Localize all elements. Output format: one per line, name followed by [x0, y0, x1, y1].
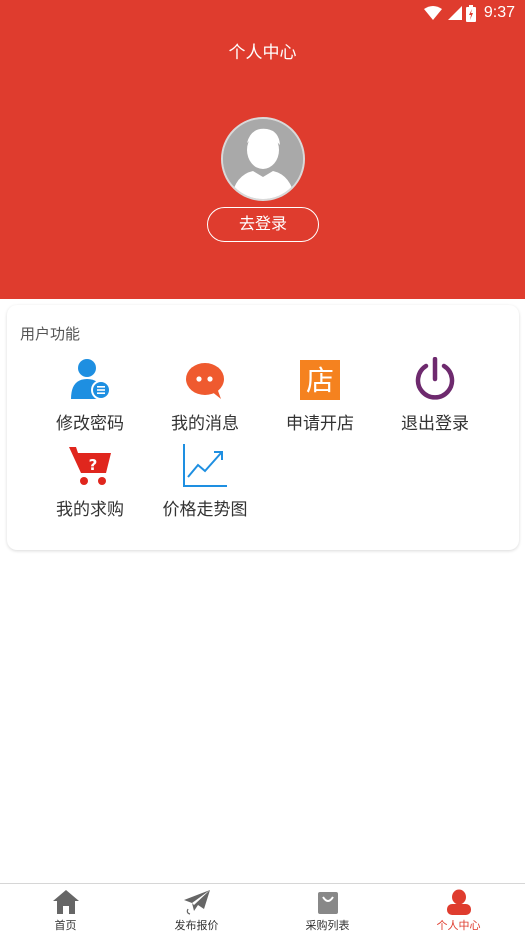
section-title: 用户功能 — [20, 325, 81, 343]
change-password-button[interactable]: 修改密码 — [35, 357, 145, 434]
battery-icon — [465, 4, 476, 22]
tab-label: 个人中心 — [436, 919, 481, 932]
person-icon — [446, 889, 471, 915]
tab-profile[interactable]: 个人中心 — [393, 889, 524, 933]
tab-label: 首页 — [54, 919, 77, 932]
function-label: 修改密码 — [56, 414, 124, 434]
logout-button[interactable]: 退出登录 — [380, 357, 490, 434]
function-label: 我的求购 — [56, 500, 124, 520]
user-functions-card: 用户功能 修改密码 我的消息 店 申请开店 退出登录 ? 我的求购 价格走势图 — [7, 305, 519, 550]
svg-text:?: ? — [89, 456, 98, 474]
cart-question-icon: ? — [69, 447, 111, 485]
tab-label: 采购列表 — [305, 919, 350, 932]
tab-label: 发布报价 — [174, 919, 219, 932]
default-avatar-icon — [223, 119, 303, 199]
tab-post-quote[interactable]: 发布报价 — [131, 889, 262, 933]
status-bar: 9:37 — [0, 0, 525, 28]
function-label: 退出登录 — [401, 414, 469, 434]
tab-home[interactable]: 首页 — [0, 889, 131, 933]
avatar[interactable] — [221, 117, 305, 201]
user-settings-icon — [71, 359, 111, 400]
function-label: 我的消息 — [171, 414, 239, 434]
home-icon — [52, 890, 79, 914]
trend-chart-icon — [183, 444, 227, 487]
svg-text:店: 店 — [306, 364, 334, 397]
tab-purchase-list[interactable]: 采购列表 — [262, 889, 393, 933]
power-icon — [415, 357, 455, 400]
function-label: 申请开店 — [286, 414, 354, 434]
signal-icon — [447, 6, 462, 20]
shop-icon: 店 — [300, 360, 340, 400]
profile-header: 9:37 个人中心 去登录 — [0, 0, 525, 299]
login-button[interactable]: 去登录 — [207, 207, 319, 242]
paper-plane-icon — [183, 890, 210, 915]
status-time: 9:37 — [483, 4, 515, 21]
my-messages-button[interactable]: 我的消息 — [150, 357, 260, 434]
wifi-icon — [423, 6, 442, 20]
shopping-bag-icon — [317, 892, 338, 914]
my-purchase-requests-button[interactable]: ? 我的求购 — [35, 443, 145, 520]
chat-bubble-icon — [186, 363, 224, 399]
page-title: 个人中心 — [228, 43, 297, 63]
bottom-tabbar: 首页 发布报价 采购列表 个人中心 — [0, 884, 525, 939]
apply-shop-button[interactable]: 店 申请开店 — [265, 357, 375, 434]
function-label: 价格走势图 — [162, 500, 248, 520]
price-trend-button[interactable]: 价格走势图 — [150, 443, 260, 520]
